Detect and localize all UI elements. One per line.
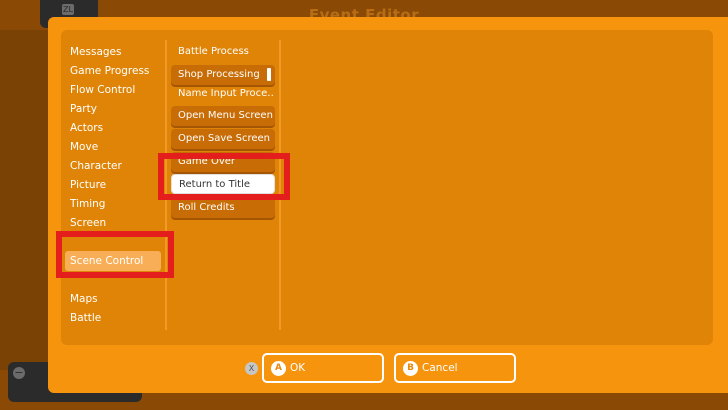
category-item[interactable]: Character xyxy=(65,156,161,176)
category-item[interactable]: Actors xyxy=(65,118,161,138)
command-item-label: Shop Processing xyxy=(178,69,260,80)
command-item[interactable]: Roll Credits xyxy=(171,198,275,218)
category-item[interactable]: Move xyxy=(65,137,161,157)
category-item[interactable]: Flow Control xyxy=(65,80,161,100)
ok-button-label: OK xyxy=(290,362,306,374)
category-item[interactable]: Game Progress xyxy=(65,61,161,81)
category-item[interactable]: Party xyxy=(65,99,161,119)
highlight-box-command xyxy=(158,153,290,200)
category-item[interactable]: Screen xyxy=(65,213,161,233)
category-item[interactable]: Maps xyxy=(65,289,161,309)
category-item[interactable]: Picture xyxy=(65,175,161,195)
x-button-icon: X xyxy=(245,362,258,375)
category-item[interactable]: Battle xyxy=(65,308,161,328)
category-item[interactable]: Messages xyxy=(65,42,161,62)
command-item[interactable]: Open Save Screen xyxy=(171,129,275,149)
command-item[interactable]: Open Menu Screen xyxy=(171,106,275,126)
command-picker-dialog: Messages Game Progress Flow Control Part… xyxy=(48,17,728,393)
ok-button[interactable]: A OK xyxy=(262,353,384,383)
command-item[interactable]: Name Input Proce… xyxy=(171,84,275,104)
highlight-box-category xyxy=(56,231,174,278)
b-button-icon: B xyxy=(403,361,418,376)
a-button-icon: A xyxy=(271,361,286,376)
command-item-shop-processing[interactable]: Shop Processing xyxy=(171,65,275,85)
category-item[interactable]: Timing xyxy=(65,194,161,214)
minus-button-icon: − xyxy=(13,366,25,379)
cancel-button[interactable]: B Cancel xyxy=(394,353,516,383)
background-panel xyxy=(0,30,48,370)
cancel-button-label: Cancel xyxy=(422,362,458,374)
command-item[interactable]: Battle Process xyxy=(171,42,275,62)
scrollbar-thumb[interactable] xyxy=(267,68,271,81)
